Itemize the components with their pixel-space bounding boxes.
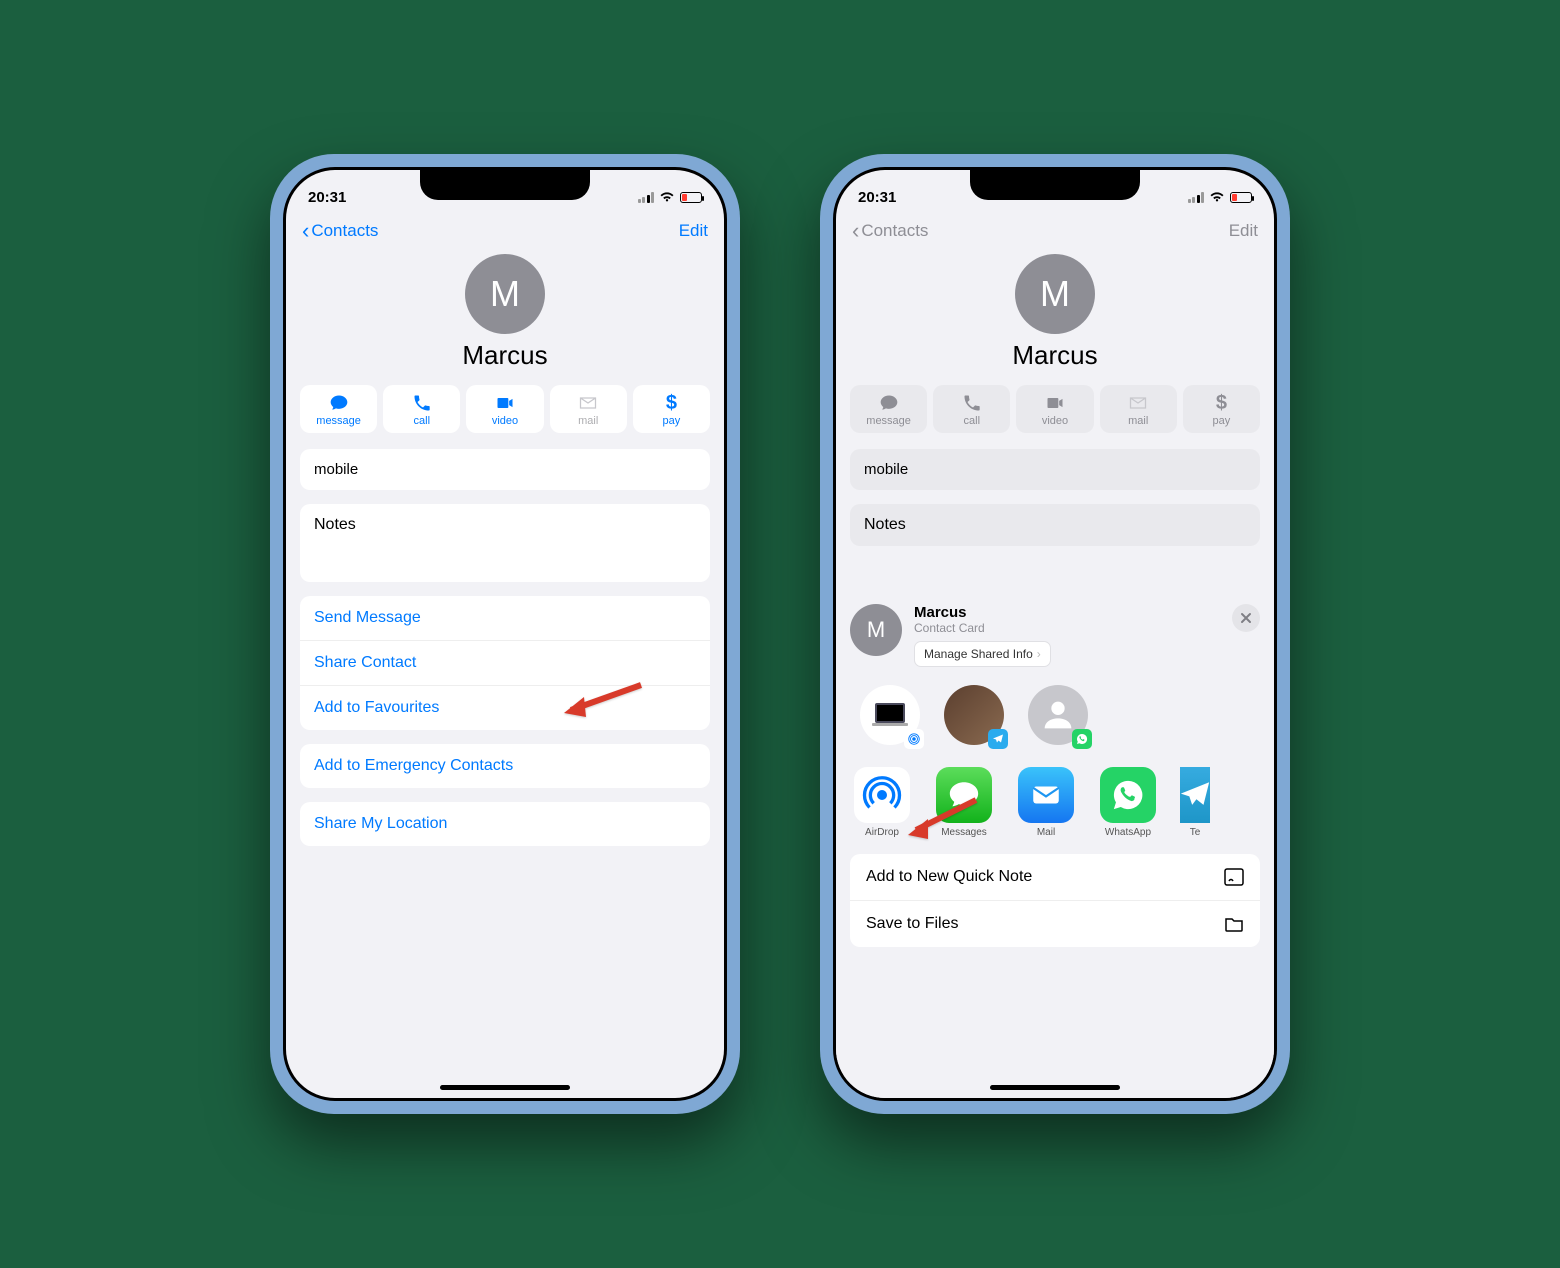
person-icon xyxy=(1038,695,1078,735)
quick-note-icon xyxy=(1224,868,1244,886)
mail-icon xyxy=(1127,393,1149,413)
app-telegram-partial[interactable]: Te xyxy=(1180,767,1210,838)
phone-left: 20:31 ‹Contacts Edit M Marcus message xyxy=(270,154,740,1114)
action-message: message xyxy=(850,385,927,433)
status-time: 20:31 xyxy=(858,189,896,206)
folder-icon xyxy=(1224,916,1244,932)
add-quick-note-row[interactable]: Add to New Quick Note xyxy=(850,854,1260,901)
recipient-person-whatsapp[interactable] xyxy=(1028,685,1088,745)
pay-icon: $ xyxy=(1216,393,1227,413)
chevron-left-icon: ‹ xyxy=(852,220,859,242)
recipient-macbook[interactable] xyxy=(860,685,920,745)
message-icon xyxy=(878,393,900,413)
app-airdrop[interactable]: AirDrop xyxy=(852,767,912,838)
nav-bar: ‹Contacts Edit xyxy=(836,214,1274,246)
share-recipients-row xyxy=(836,677,1274,759)
phone-card: mobile xyxy=(850,449,1260,490)
contact-name: Marcus xyxy=(286,340,724,371)
phone-label: mobile xyxy=(850,449,1260,490)
phone-icon xyxy=(411,393,433,413)
app-mail[interactable]: Mail xyxy=(1016,767,1076,838)
chevron-left-icon: ‹ xyxy=(302,220,309,242)
action-row: message call video mail $ pay xyxy=(286,385,724,433)
action-row: message call video mail $ pay xyxy=(836,385,1274,433)
notes-label: Notes xyxy=(300,504,710,546)
notch xyxy=(970,170,1140,200)
avatar: M xyxy=(465,254,545,334)
home-indicator[interactable] xyxy=(440,1085,570,1090)
contact-name: Marcus xyxy=(836,340,1274,371)
action-pay[interactable]: $ pay xyxy=(633,385,710,433)
notch xyxy=(420,170,590,200)
sheet-subtitle: Contact Card xyxy=(914,621,1220,635)
action-message[interactable]: message xyxy=(300,385,377,433)
phone-label: mobile xyxy=(300,449,710,490)
manage-shared-info-button[interactable]: Manage Shared Info › xyxy=(914,641,1051,667)
add-emergency-link[interactable]: Add to Emergency Contacts xyxy=(300,744,710,788)
sheet-actions-list: Add to New Quick Note Save to Files xyxy=(850,854,1260,947)
notes-card: Notes xyxy=(850,504,1260,546)
message-icon xyxy=(328,393,350,413)
video-icon xyxy=(1044,393,1066,413)
notes-label: Notes xyxy=(850,504,1260,546)
close-icon xyxy=(1240,612,1252,624)
action-mail: mail xyxy=(550,385,627,433)
phone-icon xyxy=(961,393,983,413)
whatsapp-icon xyxy=(1100,767,1156,823)
action-call: call xyxy=(933,385,1010,433)
nav-bar: ‹Contacts Edit xyxy=(286,214,724,246)
airdrop-icon xyxy=(854,767,910,823)
back-button: ‹Contacts xyxy=(852,220,928,242)
phone-card[interactable]: mobile xyxy=(300,449,710,490)
close-sheet-button[interactable] xyxy=(1232,604,1260,632)
action-video: video xyxy=(1016,385,1093,433)
status-time: 20:31 xyxy=(308,189,346,206)
action-video[interactable]: video xyxy=(466,385,543,433)
avatar: M xyxy=(1015,254,1095,334)
share-location-link[interactable]: Share My Location xyxy=(300,802,710,846)
send-message-link[interactable]: Send Message xyxy=(300,596,710,641)
links-card-1: Send Message Share Contact Add to Favour… xyxy=(300,596,710,730)
telegram-badge-icon xyxy=(988,729,1008,749)
macbook-icon xyxy=(870,700,910,730)
back-button[interactable]: ‹Contacts xyxy=(302,220,378,242)
home-indicator[interactable] xyxy=(990,1085,1120,1090)
sheet-avatar: M xyxy=(850,604,902,656)
share-contact-link[interactable]: Share Contact xyxy=(300,641,710,686)
chevron-right-icon: › xyxy=(1037,647,1041,661)
airdrop-badge-icon xyxy=(904,729,924,749)
messages-icon xyxy=(936,767,992,823)
share-sheet: M Marcus Contact Card Manage Shared Info… xyxy=(836,590,1274,1098)
recipient-person-telegram[interactable] xyxy=(944,685,1004,745)
phone-right: 20:31 ‹Contacts Edit M Marcus message xyxy=(820,154,1290,1114)
links-card-3: Share My Location xyxy=(300,802,710,846)
signal-icon xyxy=(638,192,655,203)
app-messages[interactable]: Messages xyxy=(934,767,994,838)
share-apps-row: AirDrop Messages Mail xyxy=(836,759,1274,848)
links-card-2: Add to Emergency Contacts xyxy=(300,744,710,788)
mail-app-icon xyxy=(1018,767,1074,823)
pay-icon: $ xyxy=(666,393,677,413)
signal-icon xyxy=(1188,192,1205,203)
app-whatsapp[interactable]: WhatsApp xyxy=(1098,767,1158,838)
save-to-files-row[interactable]: Save to Files xyxy=(850,901,1260,947)
video-icon xyxy=(494,393,516,413)
battery-icon xyxy=(1230,192,1252,203)
notes-card[interactable]: Notes xyxy=(300,504,710,582)
add-favourites-link[interactable]: Add to Favourites xyxy=(300,686,710,730)
wifi-icon xyxy=(659,191,675,203)
whatsapp-badge-icon xyxy=(1072,729,1092,749)
mail-icon xyxy=(577,393,599,413)
wifi-icon xyxy=(1209,191,1225,203)
sheet-header: M Marcus Contact Card Manage Shared Info… xyxy=(836,590,1274,677)
edit-button: Edit xyxy=(1229,221,1258,241)
action-mail: mail xyxy=(1100,385,1177,433)
sheet-title: Marcus xyxy=(914,604,1220,621)
telegram-icon xyxy=(1180,767,1210,823)
battery-icon xyxy=(680,192,702,203)
action-pay: $ pay xyxy=(1183,385,1260,433)
edit-button[interactable]: Edit xyxy=(679,221,708,241)
action-call[interactable]: call xyxy=(383,385,460,433)
